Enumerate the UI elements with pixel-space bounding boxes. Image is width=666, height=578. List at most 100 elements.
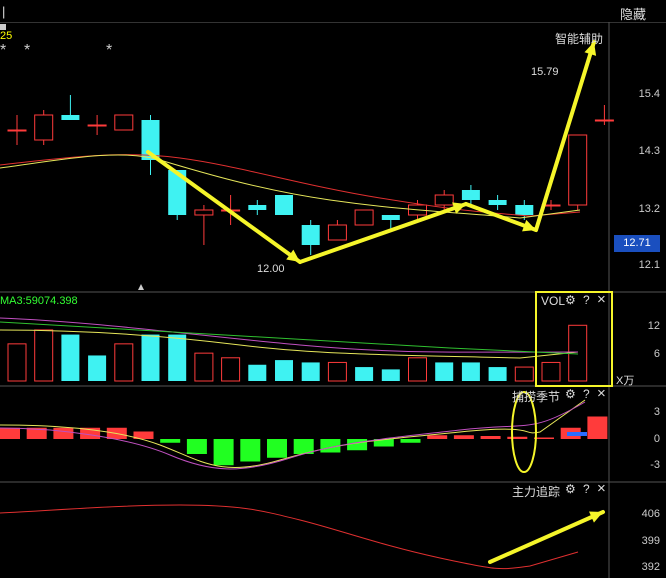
price-tick: 14.3 [638, 145, 660, 157]
volume-bar [408, 357, 427, 382]
catch-title[interactable]: 捕捞季节 [512, 388, 560, 405]
catch-bar [347, 439, 368, 451]
catch-bar [160, 439, 181, 443]
candle-body [275, 195, 293, 215]
catch-bar [400, 439, 421, 443]
star-mark: * [0, 42, 7, 59]
low-price-label: 12.00 [257, 263, 285, 275]
volume-bar [194, 352, 214, 382]
vol-title[interactable]: VOL [541, 294, 565, 308]
track-tick: 399 [641, 535, 660, 547]
catch-tick: 3 [653, 406, 660, 418]
close-icon[interactable]: × [597, 385, 606, 402]
candle-body [515, 205, 534, 215]
candle-body [61, 115, 80, 120]
vol-tick: 12 [647, 320, 660, 332]
volume-bar [275, 360, 293, 381]
main-force-line [0, 504, 579, 570]
indicator-title[interactable]: 智能辅助 [555, 30, 603, 47]
catch-bar [213, 439, 234, 466]
catch-blue-bar [567, 432, 587, 436]
arrow-shaft [298, 202, 468, 264]
price-tick: 15.4 [638, 88, 660, 100]
catch-bar [53, 427, 74, 439]
star-mark: * [24, 42, 31, 59]
volume-bar [168, 334, 187, 381]
catch-bar [507, 436, 528, 439]
volume-bar [88, 355, 107, 381]
catch-bar [480, 436, 501, 439]
help-icon[interactable]: ? [583, 293, 590, 307]
star-mark: * [106, 42, 113, 59]
close-icon[interactable]: × [597, 480, 606, 497]
price-tick: 12.1 [638, 259, 660, 271]
help-icon[interactable]: ? [583, 482, 590, 496]
catch-bar [0, 427, 20, 439]
vol-ma-label: MA3:59074.398 [0, 295, 78, 307]
candle-body [7, 129, 27, 132]
catch-bar [267, 439, 287, 458]
vol-unit: X万 [616, 375, 635, 387]
ma-fragment: 25 [0, 30, 13, 42]
arrow-shaft [488, 510, 605, 564]
candle-body [87, 124, 107, 127]
current-price-badge: 12.71 [614, 235, 660, 252]
catch-bar [534, 437, 554, 439]
volume-bar [301, 362, 320, 381]
catch-tick: 0 [653, 433, 660, 445]
candle-body [594, 119, 614, 122]
track-red-line [0, 504, 579, 570]
candle-body [248, 205, 267, 210]
catch-bar [453, 435, 474, 439]
catch-tick: -3 [650, 459, 660, 471]
candle-body [114, 114, 134, 131]
hide-button[interactable]: 隐藏 [620, 4, 646, 23]
volume-bar [61, 334, 80, 381]
header-left-mark: | [2, 4, 6, 19]
volume-bar [141, 334, 160, 381]
candle-body [34, 114, 54, 141]
volume-bar [381, 369, 400, 381]
track-title[interactable]: 主力追踪 [512, 483, 560, 500]
vol-ma-green [0, 321, 579, 355]
candle-body [568, 134, 588, 206]
volume-bar [221, 357, 241, 382]
gear-icon[interactable]: ⚙ [565, 293, 576, 307]
marker-triangle [138, 284, 144, 290]
close-icon[interactable]: × [597, 291, 606, 308]
candle-body [327, 224, 347, 241]
candle-body [434, 194, 454, 206]
volume-bar [514, 366, 534, 382]
gear-icon[interactable]: ⚙ [565, 482, 576, 496]
vol-tick: 6 [653, 348, 660, 360]
volume-bar [327, 361, 347, 382]
volume-bar [461, 362, 480, 381]
candle-body [354, 209, 374, 226]
candle-body [461, 190, 480, 200]
volume-bar [114, 343, 134, 382]
catch-bar [186, 439, 207, 454]
gear-icon[interactable]: ⚙ [565, 387, 576, 401]
arrow-head [452, 202, 466, 214]
candle-body [488, 200, 507, 205]
candle-body [381, 215, 400, 220]
header-divider [0, 22, 666, 23]
volume-bar [7, 343, 27, 382]
catch-bar [587, 416, 608, 439]
volume-bars [0, 291, 613, 387]
volume-bar [435, 362, 454, 381]
volume-bar [248, 364, 267, 381]
volume-bar [488, 367, 507, 381]
catch-bar [240, 439, 261, 462]
help-icon[interactable]: ? [583, 387, 590, 401]
track-tick: 406 [641, 508, 660, 520]
candle-body [194, 209, 214, 216]
candle-body [301, 225, 320, 245]
volume-bar [541, 361, 561, 382]
vol-ma-purple [0, 317, 579, 353]
volume-bar [34, 329, 54, 382]
track-tick: 392 [641, 561, 660, 573]
price-tick: 13.2 [638, 203, 660, 215]
high-price-label: 15.79 [531, 66, 559, 78]
catch-bar [427, 435, 448, 439]
